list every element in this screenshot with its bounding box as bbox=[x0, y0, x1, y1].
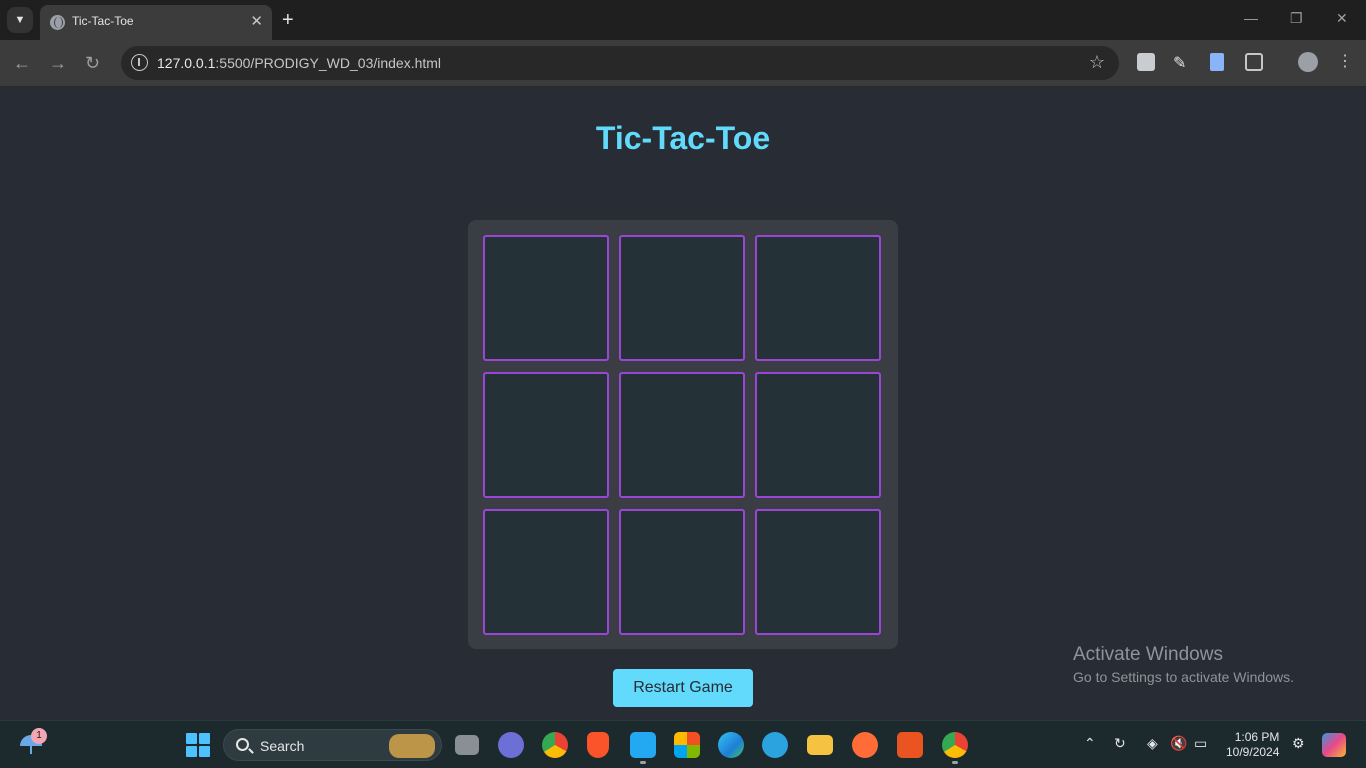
window-close-icon[interactable]: ✕ bbox=[1336, 10, 1348, 27]
board-cell-3[interactable] bbox=[755, 235, 881, 361]
search-highlight-icon bbox=[389, 734, 435, 758]
board-cell-4[interactable] bbox=[483, 372, 609, 498]
tray-overflow-chevron-icon[interactable]: ⌃ bbox=[1084, 735, 1096, 752]
forward-icon[interactable]: → bbox=[49, 52, 67, 74]
brave-icon[interactable] bbox=[587, 732, 609, 758]
active-tab[interactable]: Tic-Tac-Toe ✕ bbox=[40, 5, 272, 40]
start-windows-icon[interactable] bbox=[186, 733, 210, 757]
globe-icon bbox=[50, 15, 65, 30]
store-icon[interactable] bbox=[674, 732, 700, 758]
clock-time: 1:06 PM bbox=[1234, 730, 1280, 744]
board-cell-6[interactable] bbox=[755, 372, 881, 498]
restart-game-button[interactable]: Restart Game bbox=[613, 669, 753, 707]
vscode-icon[interactable] bbox=[630, 732, 656, 758]
board-cell-5[interactable] bbox=[619, 372, 745, 498]
activation-watermark: Activate Windows Go to Settings to activ… bbox=[1073, 644, 1294, 685]
clock[interactable]: 1:06 PM 10/9/2024 bbox=[1226, 730, 1279, 760]
tab-search-button[interactable]: ▼ bbox=[7, 7, 33, 33]
battery-icon[interactable]: ▭ bbox=[1194, 735, 1207, 752]
game-board bbox=[483, 235, 881, 635]
copilot-icon[interactable] bbox=[1322, 733, 1346, 757]
watermark-subtitle: Go to Settings to activate Windows. bbox=[1073, 669, 1294, 685]
extension-1-icon[interactable] bbox=[1137, 53, 1155, 71]
tab-title: Tic-Tac-Toe bbox=[72, 14, 134, 28]
url-text[interactable]: 127.0.0.1:5500/PRODIGY_WD_03/index.html bbox=[157, 55, 441, 71]
address-bar[interactable]: 127.0.0.1:5500/PRODIGY_WD_03/index.html … bbox=[121, 46, 1119, 80]
back-icon[interactable]: ← bbox=[13, 52, 31, 74]
clock-date: 10/9/2024 bbox=[1226, 745, 1280, 759]
extensions-puzzle-icon[interactable] bbox=[1245, 53, 1263, 71]
tab-close-icon[interactable]: ✕ bbox=[250, 12, 263, 32]
vscode-running-indicator bbox=[640, 761, 646, 764]
menu-kebab-icon[interactable]: ⋮ bbox=[1337, 51, 1355, 70]
board-cell-1[interactable] bbox=[483, 235, 609, 361]
minimize-icon[interactable]: — bbox=[1244, 10, 1258, 26]
chrome-running-indicator bbox=[952, 761, 958, 764]
profile-avatar[interactable] bbox=[1298, 52, 1318, 72]
restore-icon[interactable]: ❐ bbox=[1290, 10, 1303, 27]
game-board-panel bbox=[468, 220, 898, 649]
clipboard-extension-icon[interactable] bbox=[1210, 53, 1224, 71]
board-cell-9[interactable] bbox=[755, 509, 881, 635]
weather-badge: 1 bbox=[31, 728, 47, 744]
board-cell-8[interactable] bbox=[619, 509, 745, 635]
wifi-icon[interactable]: ◈ bbox=[1147, 735, 1158, 752]
video-call-icon[interactable] bbox=[498, 732, 524, 758]
file-explorer-icon[interactable] bbox=[807, 735, 833, 755]
notification-bell-icon[interactable]: ⚙ bbox=[1292, 735, 1305, 752]
taskbar-search-box[interactable]: Search bbox=[223, 729, 442, 761]
reload-icon[interactable]: ↻ bbox=[85, 52, 100, 74]
task-view-icon[interactable] bbox=[455, 735, 479, 755]
telegram-icon[interactable] bbox=[762, 732, 788, 758]
board-cell-2[interactable] bbox=[619, 235, 745, 361]
ubuntu-icon[interactable] bbox=[897, 732, 923, 758]
search-icon bbox=[236, 738, 249, 751]
volume-muted-icon[interactable]: 🔇 bbox=[1170, 735, 1187, 752]
browser-toolbar: ← → ↻ 127.0.0.1:5500/PRODIGY_WD_03/index… bbox=[0, 40, 1366, 87]
new-tab-button[interactable]: + bbox=[282, 9, 294, 31]
watermark-title: Activate Windows bbox=[1073, 644, 1223, 665]
search-label: Search bbox=[260, 738, 305, 754]
edge-icon[interactable] bbox=[718, 732, 744, 758]
pen-extension-icon[interactable]: ✎ bbox=[1173, 53, 1191, 72]
postman-icon[interactable] bbox=[852, 732, 878, 758]
chrome-icon[interactable] bbox=[542, 732, 568, 758]
taskbar: 1 Search ⌃ ↻ ◈ 🔇 ▭ 1:06 PM 10/9/2024 ⚙ bbox=[0, 720, 1366, 768]
bookmark-star-icon[interactable]: ☆ bbox=[1089, 52, 1105, 73]
browser-tab-strip: ▼ Tic-Tac-Toe ✕ + — ❐ ✕ bbox=[0, 0, 1366, 40]
sync-icon[interactable]: ↻ bbox=[1114, 735, 1126, 752]
site-info-icon[interactable] bbox=[131, 54, 148, 71]
chrome-profile-icon[interactable] bbox=[942, 732, 968, 758]
board-cell-7[interactable] bbox=[483, 509, 609, 635]
page-title: Tic-Tac-Toe bbox=[595, 120, 771, 156]
